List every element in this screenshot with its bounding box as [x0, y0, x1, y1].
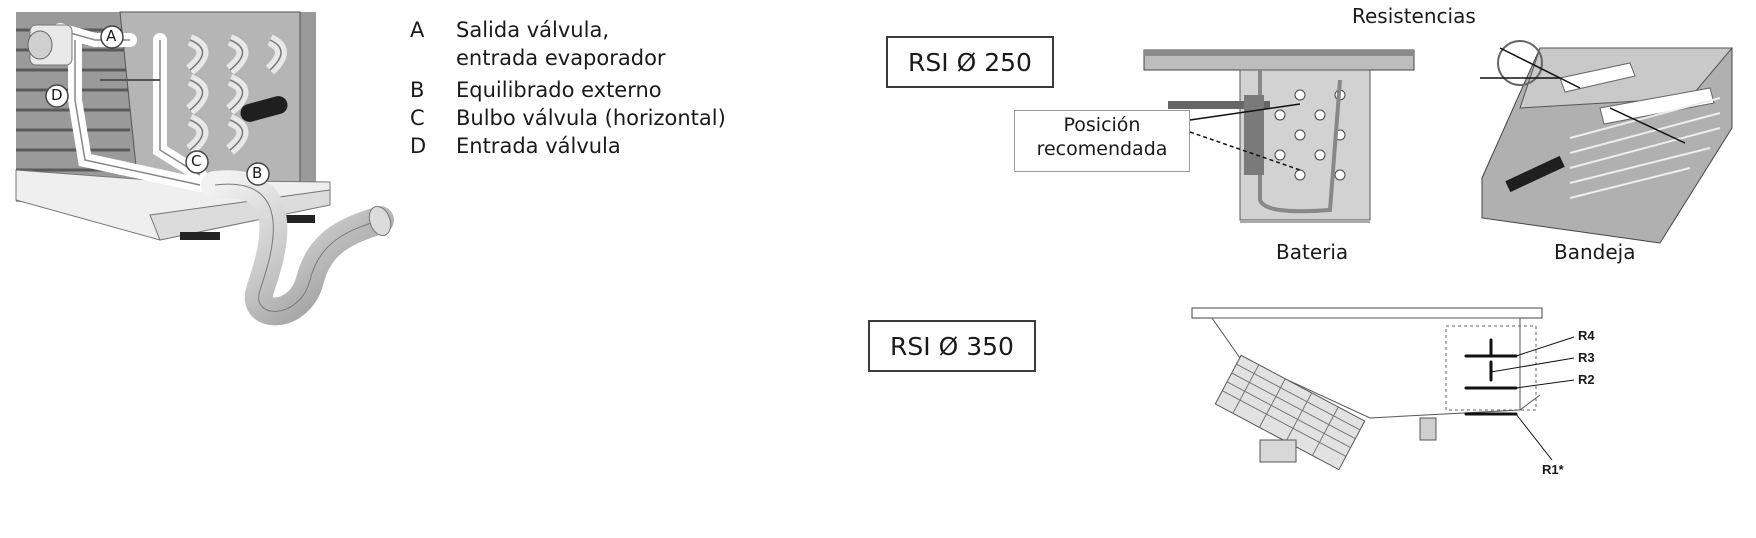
unit-side-view-illustration — [1191, 307, 1575, 471]
resistor-label-r3: R3 — [1578, 350, 1595, 365]
resistor-label-r4: R4 — [1578, 328, 1595, 343]
resistor-label-r2: R2 — [1578, 372, 1595, 387]
battery-label: Bateria — [1276, 240, 1349, 264]
tray-illustration — [1480, 40, 1734, 244]
resistor-label-r1: R1* — [1542, 462, 1564, 477]
tray-label: Bandeja — [1554, 240, 1636, 264]
rsi-350-label: RSI Ø 350 — [868, 320, 1036, 372]
